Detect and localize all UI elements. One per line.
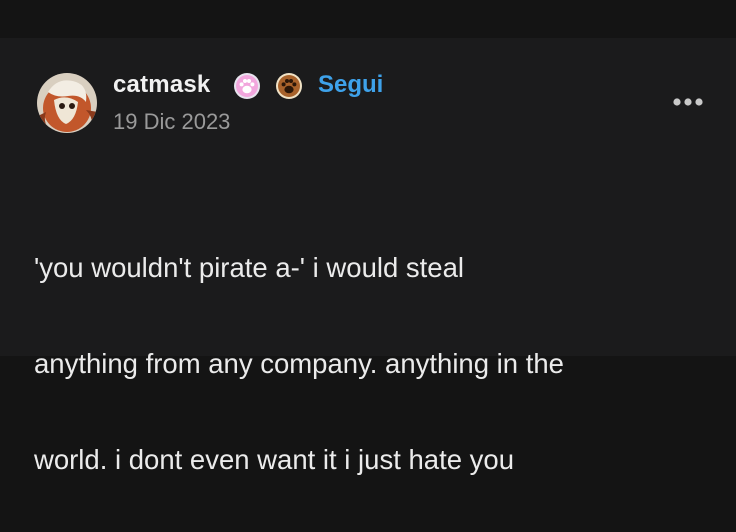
more-options-icon[interactable] (670, 93, 706, 111)
post-body-line: world. i dont even want it i just hate y… (34, 444, 514, 475)
cat-mask-avatar-icon (37, 73, 97, 133)
username[interactable]: catmask (113, 71, 210, 99)
pink-paw-badge-icon[interactable] (233, 72, 261, 100)
post-body: 'you wouldn't pirate a-' i would steal a… (34, 196, 724, 532)
post-body-line: 'you wouldn't pirate a-' i would steal (34, 252, 465, 283)
post-body-line: anything from any company. anything in t… (34, 348, 564, 379)
avatar[interactable] (36, 72, 98, 134)
brown-paw-badge-icon[interactable] (275, 72, 303, 100)
post-date: 19 Dic 2023 (113, 109, 231, 134)
follow-button[interactable]: Segui (318, 71, 383, 99)
